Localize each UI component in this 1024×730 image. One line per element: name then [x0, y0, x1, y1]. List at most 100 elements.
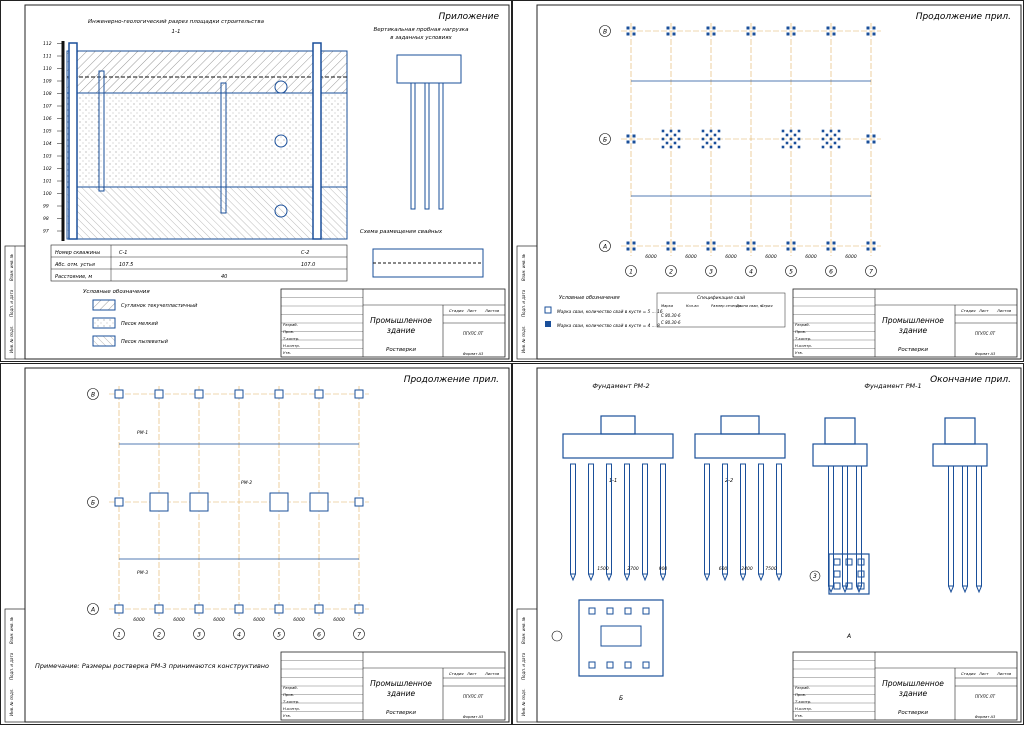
pile-mark [866, 241, 870, 245]
pile-mark [626, 134, 630, 138]
title-block-1: Стадия Лист Листов Разраб. Пров. Т.контр. Н.ко… [280, 288, 506, 358]
elevation-label: 112 [43, 41, 52, 47]
pile-mark [632, 241, 636, 245]
pile-mark [792, 32, 796, 36]
axis-number: 2 [669, 269, 673, 276]
pile-mark [785, 141, 789, 145]
title-block-row: Пров. [283, 692, 294, 697]
grillage-rm1 [114, 497, 124, 507]
pile-mark [826, 26, 830, 30]
title-block-row: Утв. [795, 350, 803, 355]
pile-mark [669, 129, 673, 133]
project-name-1: Промышленное [882, 679, 944, 688]
sheet-4-drawing: Окончание прил. Фундамент РМ-2 Фундамент… [516, 367, 1022, 723]
sheet-3-drawing: Продолжение прил. 1 6000 2 6000 3 6000 4 6000 5 6… [4, 367, 510, 723]
table-val-4: 107.0 [301, 262, 315, 268]
spec-row-2: С 80.30-6 [661, 320, 681, 325]
grillage-rm2 [309, 492, 329, 512]
spec-col: Длина сваи, м [735, 304, 763, 308]
pile-mark [661, 145, 665, 149]
grillage-rm1 [354, 389, 364, 399]
pile-mark [833, 570, 841, 578]
pile [570, 463, 576, 575]
pile-mark [793, 133, 797, 137]
pile [660, 463, 666, 575]
axis-number: 2 [157, 632, 161, 639]
span-label: 6000 [333, 617, 345, 623]
header-4: Окончание прил. [930, 375, 1011, 385]
pile-mark [712, 247, 716, 251]
pile-mark [677, 137, 681, 141]
pile-mark [712, 32, 716, 36]
title-block-row: Утв. [283, 350, 291, 355]
table-row-1: Номер скважины [55, 250, 100, 256]
stage-name: Ростверки [386, 347, 416, 353]
pile-mark [626, 140, 630, 144]
pile-scheme-title: Схема размещения свайных [360, 229, 443, 235]
elevation-label: 110 [43, 66, 52, 72]
pile-mark [632, 26, 636, 30]
pile [776, 463, 782, 575]
pile-mark [825, 141, 829, 145]
pile-mark [709, 145, 713, 149]
pile-mark [677, 129, 681, 133]
title-block-2: Стадия Лист Листов Разраб. Пров. Т.контр. Н.ко… [792, 288, 1018, 358]
pile-mark [672, 26, 676, 30]
pile-test-title: Вертикальная пробная нагрузка [374, 27, 470, 33]
title-block-row: Утв. [283, 713, 291, 718]
sheet-4: Окончание прил. Фундамент РМ-2 Фундамент… [512, 363, 1024, 725]
axis-letter: А [602, 244, 607, 251]
pile-mark [661, 137, 665, 141]
legend-2-b: Марка сваи, количество свай в кусте = 4 … [557, 323, 660, 329]
pile-mark [746, 26, 750, 30]
title-block-col: Стадия [961, 671, 976, 676]
pile-mark [832, 26, 836, 30]
pile-mark [673, 141, 677, 145]
elevation-label: 102 [43, 166, 52, 172]
span-label: 6000 [133, 617, 145, 623]
pile-mark [829, 137, 833, 141]
pile-mark [821, 145, 825, 149]
pile-test-subtitle: в заданных условиях [390, 35, 452, 41]
spec-row-1: С 80.30-6 [661, 313, 681, 318]
pile-mark [837, 129, 841, 133]
axis-letter: Б [91, 500, 95, 507]
sheet-2: Продолжение прил. 1 6000 2 6000 3 6000 4 6000 5 6… [512, 0, 1024, 362]
elevation-label: 111 [43, 54, 52, 60]
pile-mark [746, 32, 750, 36]
side-stamp: Взам. инв. № [9, 254, 14, 281]
sheet-3: Продолжение прил. 1 6000 2 6000 3 6000 4 6000 5 6… [0, 363, 512, 725]
axis-number: 3 [709, 269, 713, 276]
title-rm2: Фундамент РМ-2 [592, 382, 649, 390]
pile-mark [866, 247, 870, 251]
pile-mark [706, 241, 710, 245]
format-label: Формат А3 [463, 715, 484, 719]
span-label: 6000 [805, 254, 817, 260]
title-block-row: Т.контр. [795, 336, 811, 341]
pile-mark [666, 32, 670, 36]
pile-mark [797, 137, 801, 141]
stage-name: Ростверки [898, 347, 928, 353]
side-stamp: Инв. № подл. [9, 325, 14, 353]
pile-mark [701, 145, 705, 149]
pile-mark [752, 32, 756, 36]
pile-mark [666, 247, 670, 251]
pile-mark [606, 661, 614, 669]
side-stamp: Инв. № подл. [9, 688, 14, 716]
axis-number: 1 [117, 632, 121, 639]
pile-mark [626, 26, 630, 30]
pile-mark [789, 145, 793, 149]
grillage-rm1 [154, 389, 164, 399]
pile-mark [624, 661, 632, 669]
grillage-rm1 [194, 604, 204, 614]
pile-mark [826, 247, 830, 251]
grillage-rm1 [234, 604, 244, 614]
axis-number: 5 [789, 269, 793, 276]
pile-mark [632, 32, 636, 36]
pile-mark [872, 247, 876, 251]
org-name: ПГУПС ЛТ [975, 694, 996, 699]
legend-1-a: Суглинок текучепластичный [121, 303, 198, 309]
grillage-rm1 [314, 389, 324, 399]
elevation-label: 107 [43, 104, 52, 110]
stage-name: Ростверки [898, 710, 928, 716]
